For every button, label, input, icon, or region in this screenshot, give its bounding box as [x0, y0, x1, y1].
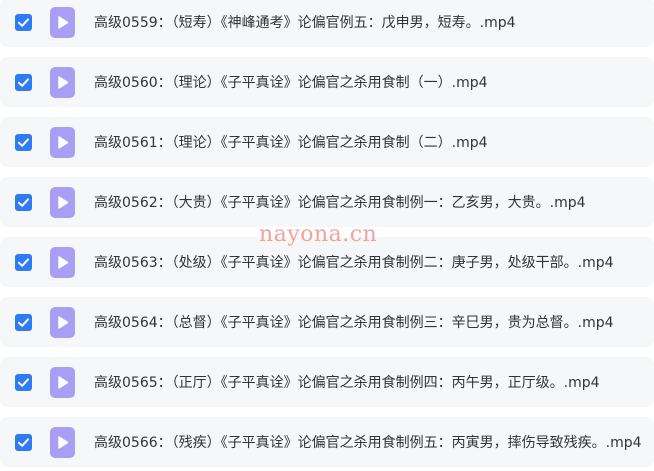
file-name[interactable]: 高级0566：（残疾）《子平真诠》论偏官之杀用食制例五：丙寅男，摔伤导致残疾。.… — [94, 432, 642, 452]
video-file-icon — [50, 187, 75, 218]
video-file-icon — [50, 247, 75, 278]
file-row[interactable]: 高级0564：（总督）《子平真诠》论偏官之杀用食制例三：辛巳男，贵为总督。.mp… — [0, 297, 654, 347]
file-name[interactable]: 高级0563：（处级）《子平真诠》论偏官之杀用食制例二：庚子男，处级干部。.mp… — [94, 252, 614, 272]
file-name[interactable]: 高级0561：（理论）《子平真诠》论偏官之杀用食制（二）.mp4 — [94, 132, 488, 152]
video-file-icon — [50, 427, 75, 458]
checkbox-checked-icon[interactable] — [15, 14, 32, 31]
checkbox-checked-icon[interactable] — [15, 374, 32, 391]
video-file-icon — [50, 307, 75, 338]
file-list: 高级0559：（短寿）《神峰通考》论偏官例五：戊申男，短寿。.mp4 高级056… — [0, 0, 654, 471]
file-row[interactable]: 高级0562：（大贵）《子平真诠》论偏官之杀用食制例一：乙亥男，大贵。.mp4 — [0, 177, 654, 227]
file-row[interactable]: 高级0560：（理论）《子平真诠》论偏官之杀用食制（一）.mp4 — [0, 57, 654, 107]
checkbox-checked-icon[interactable] — [15, 434, 32, 451]
video-file-icon — [50, 7, 75, 38]
file-name[interactable]: 高级0565：（正厅）《子平真诠》论偏官之杀用食制例四：丙午男，正厅级。.mp4 — [94, 372, 600, 392]
file-name[interactable]: 高级0560：（理论）《子平真诠》论偏官之杀用食制（一）.mp4 — [94, 72, 488, 92]
checkbox-checked-icon[interactable] — [15, 134, 32, 151]
checkbox-checked-icon[interactable] — [15, 74, 32, 91]
watermark: nayona.cn — [259, 222, 378, 247]
file-name[interactable]: 高级0564：（总督）《子平真诠》论偏官之杀用食制例三：辛巳男，贵为总督。.mp… — [94, 312, 614, 332]
file-name[interactable]: 高级0562：（大贵）《子平真诠》论偏官之杀用食制例一：乙亥男，大贵。.mp4 — [94, 192, 586, 212]
video-file-icon — [50, 367, 75, 398]
video-file-icon — [50, 67, 75, 98]
file-name[interactable]: 高级0559：（短寿）《神峰通考》论偏官例五：戊申男，短寿。.mp4 — [94, 12, 516, 32]
file-row[interactable]: 高级0565：（正厅）《子平真诠》论偏官之杀用食制例四：丙午男，正厅级。.mp4 — [0, 357, 654, 407]
checkbox-checked-icon[interactable] — [15, 314, 32, 331]
file-row[interactable]: 高级0561：（理论）《子平真诠》论偏官之杀用食制（二）.mp4 — [0, 117, 654, 167]
video-file-icon — [50, 127, 75, 158]
checkbox-checked-icon[interactable] — [15, 194, 32, 211]
file-row[interactable]: 高级0559：（短寿）《神峰通考》论偏官例五：戊申男，短寿。.mp4 — [0, 0, 654, 47]
file-row[interactable]: 高级0566：（残疾）《子平真诠》论偏官之杀用食制例五：丙寅男，摔伤导致残疾。.… — [0, 417, 654, 467]
checkbox-checked-icon[interactable] — [15, 254, 32, 271]
